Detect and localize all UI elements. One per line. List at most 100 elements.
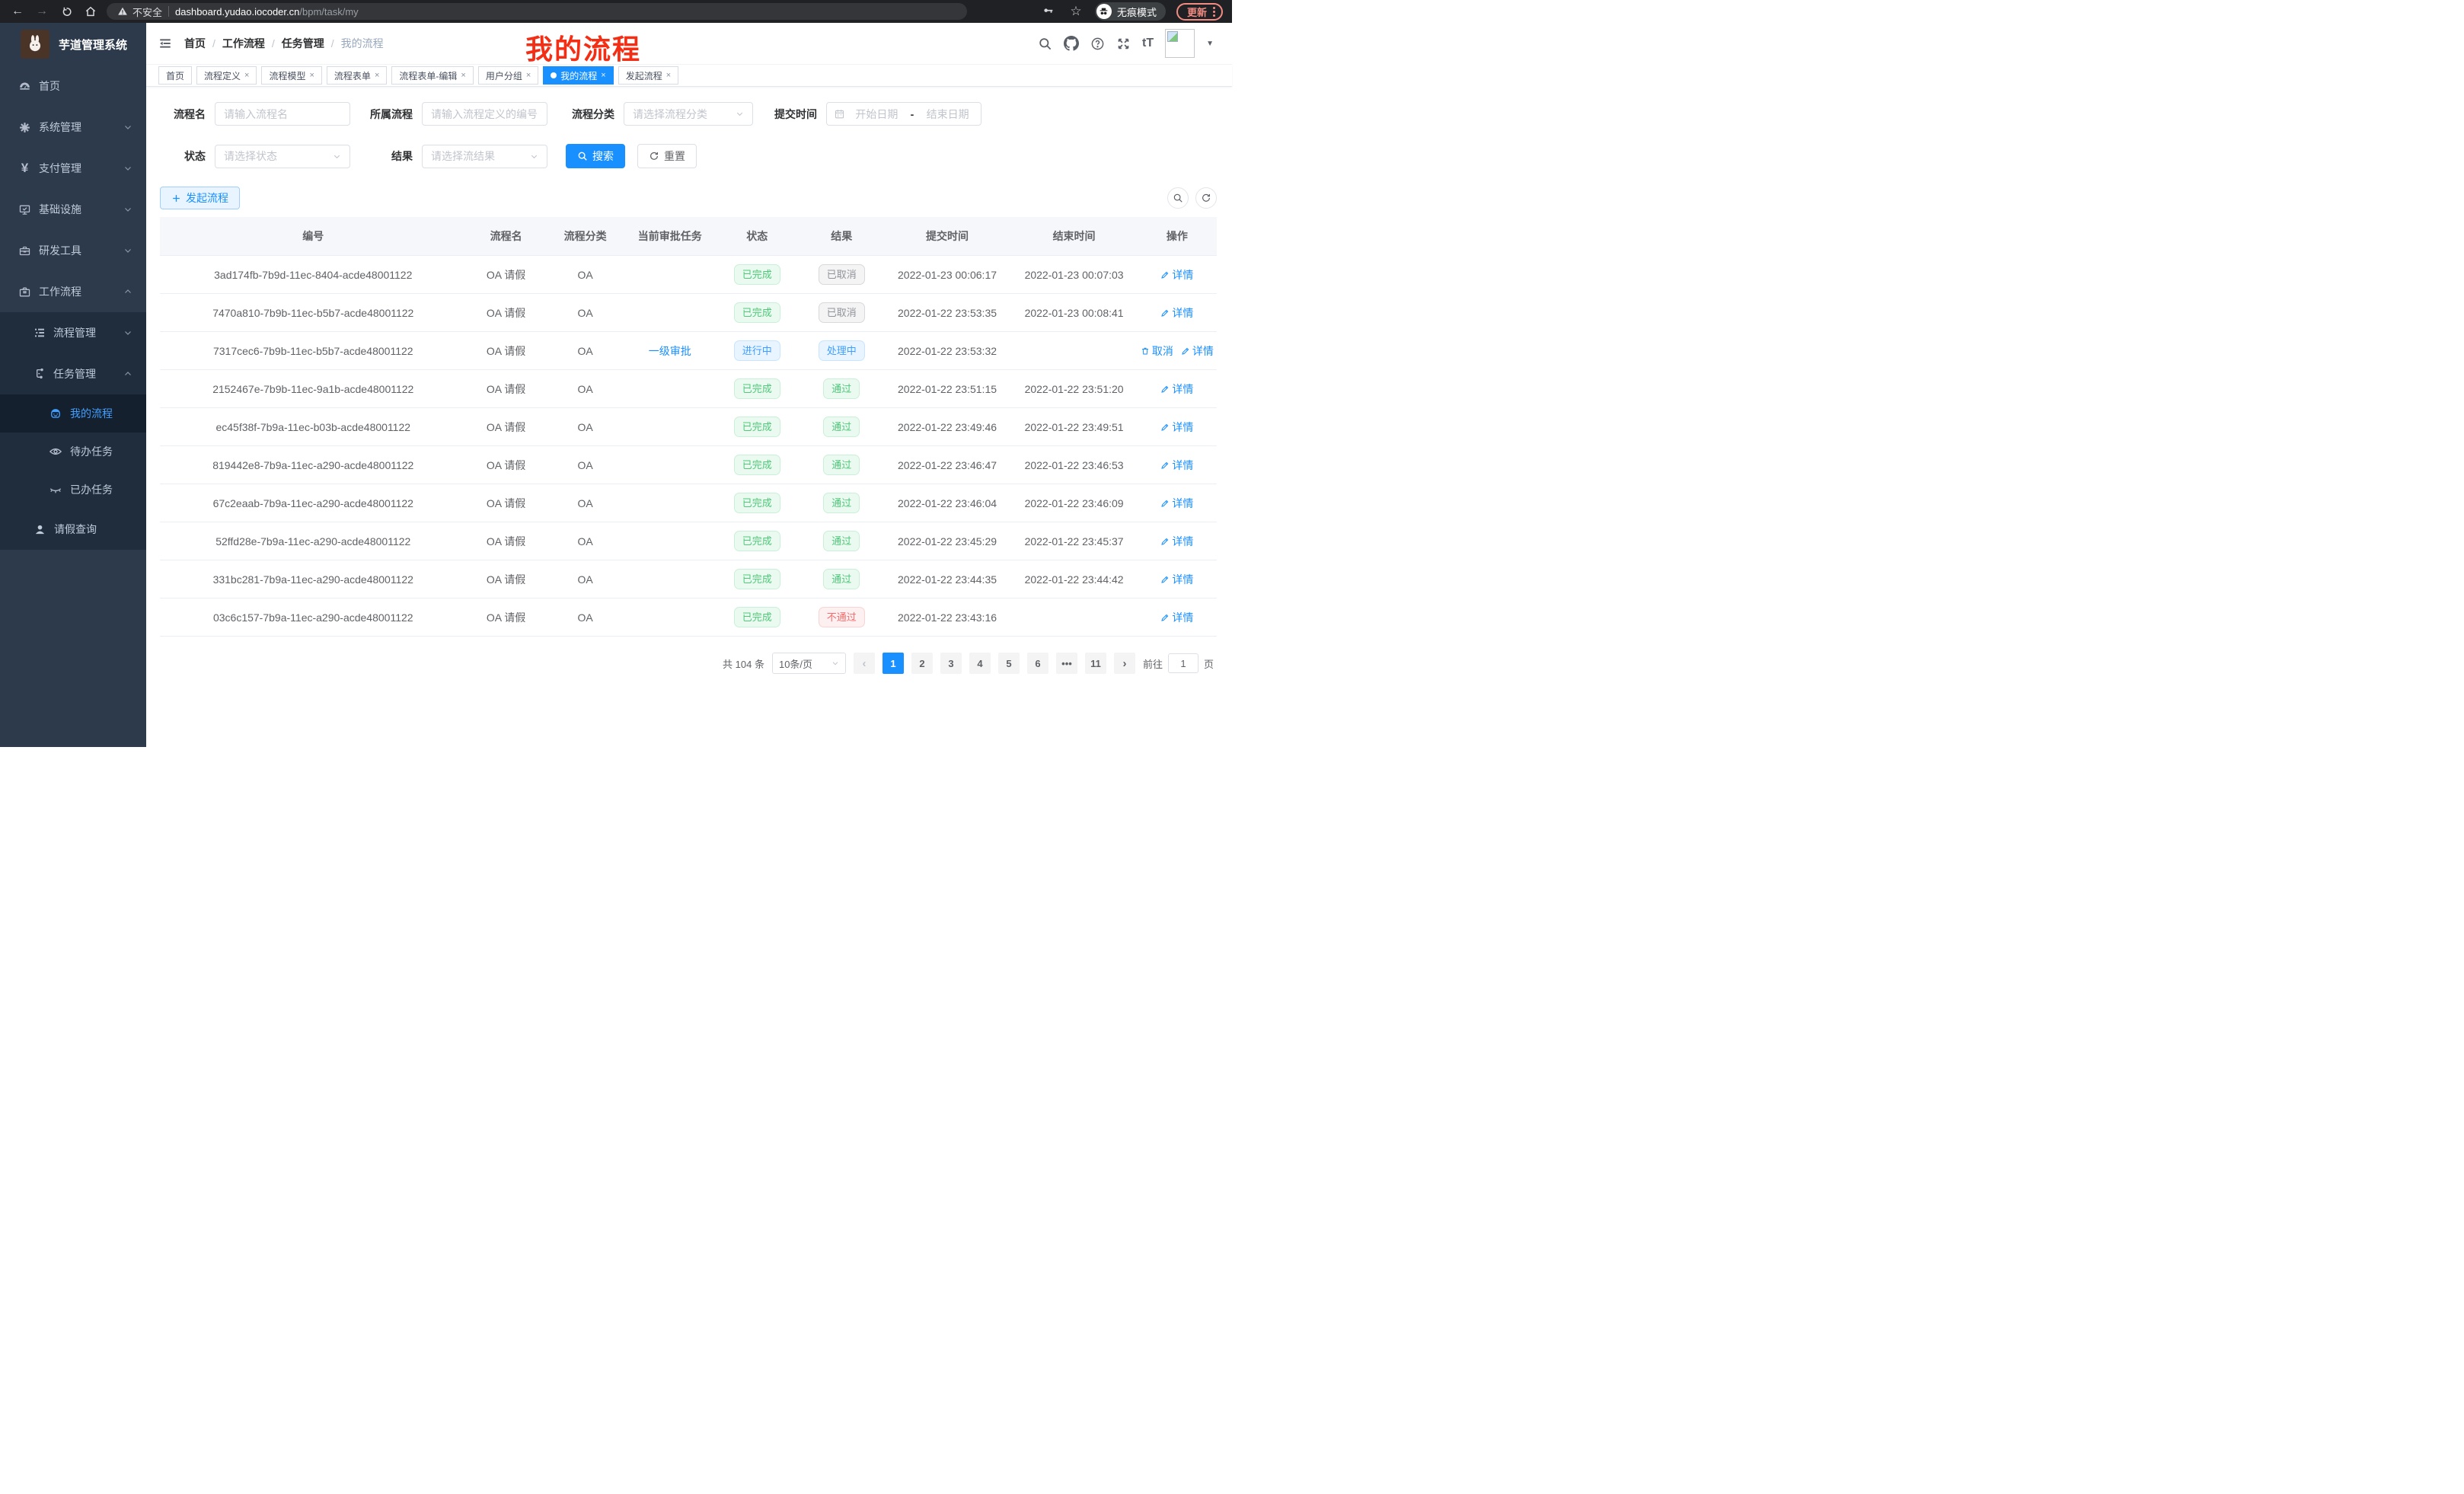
page-button-2[interactable]: 2 <box>911 653 933 674</box>
detail-link[interactable]: 详情 <box>1160 534 1193 549</box>
tab-start-process[interactable]: 发起流程× <box>618 66 678 85</box>
detail-link[interactable]: 详情 <box>1160 381 1193 397</box>
navbar: 首页 / 工作流程 / 任务管理 / 我的流程 <box>146 23 1232 65</box>
sidebar-item-infrastructure[interactable]: 基础设施 <box>0 189 146 230</box>
browser-update-button[interactable]: 更新 <box>1176 3 1223 21</box>
sidebar-toggle-button[interactable] <box>158 37 172 50</box>
process-category-label: 流程分类 <box>566 107 614 122</box>
security-status[interactable]: 不安全 <box>117 5 162 19</box>
page-button-1[interactable]: 1 <box>883 653 904 674</box>
sidebar-item-home[interactable]: 首页 <box>0 65 146 107</box>
fullscreen-button[interactable] <box>1116 37 1131 51</box>
detail-link[interactable]: 详情 <box>1160 267 1193 283</box>
detail-link[interactable]: 详情 <box>1160 610 1193 625</box>
breadcrumb-item[interactable]: 首页 <box>184 36 206 51</box>
page-button-11[interactable]: 11 <box>1085 653 1106 674</box>
sidebar-item-done-tasks[interactable]: 已办任务 <box>0 471 146 509</box>
detail-link[interactable]: 详情 <box>1160 458 1193 473</box>
next-page-button[interactable]: › <box>1114 653 1135 674</box>
sidebar-item-system[interactable]: 系统管理 <box>0 107 146 148</box>
font-size-button[interactable]: tT <box>1142 37 1154 50</box>
status-select[interactable]: 请选择状态 <box>215 145 350 168</box>
detail-link[interactable]: 详情 <box>1160 496 1193 511</box>
browser-reload-button[interactable] <box>58 3 75 20</box>
page-size-select[interactable]: 10条/页 <box>772 653 846 674</box>
detail-link[interactable]: 详情 <box>1160 420 1193 435</box>
status-badge: 已完成 <box>734 302 780 323</box>
sidebar-item-devtools[interactable]: 研发工具 <box>0 230 146 271</box>
page-ellipsis[interactable]: ••• <box>1056 653 1077 674</box>
breadcrumb-current: 我的流程 <box>341 36 384 51</box>
close-icon[interactable]: × <box>461 71 465 80</box>
avatar[interactable] <box>1165 29 1195 58</box>
sidebar-item-my-process[interactable]: 我的流程 <box>0 394 146 433</box>
close-icon[interactable]: × <box>309 71 314 80</box>
cancel-link[interactable]: 取消 <box>1141 343 1173 359</box>
help-button[interactable] <box>1090 37 1105 51</box>
page-button-4[interactable]: 4 <box>969 653 991 674</box>
tab-process-definition[interactable]: 流程定义× <box>196 66 257 85</box>
caret-down-icon[interactable]: ▼ <box>1206 40 1214 48</box>
table-toolbar: 发起流程 <box>160 187 1217 209</box>
sidebar-item-todo-tasks[interactable]: 待办任务 <box>0 433 146 471</box>
tab-process-form-edit[interactable]: 流程表单-编辑× <box>391 66 473 85</box>
bookmark-star-button[interactable]: ☆ <box>1068 3 1084 20</box>
current-task-link[interactable]: 一级审批 <box>649 343 691 359</box>
sidebar-item-task-mgmt[interactable]: 任务管理 <box>0 353 146 394</box>
process-name-input[interactable] <box>215 102 350 126</box>
breadcrumb-item[interactable]: 工作流程 <box>222 36 265 51</box>
detail-link[interactable]: 详情 <box>1160 572 1193 587</box>
start-process-button[interactable]: 发起流程 <box>160 187 240 209</box>
close-icon[interactable]: × <box>244 71 249 80</box>
process-category-select[interactable]: 请选择流程分类 <box>624 102 753 126</box>
process-name-label: 流程名 <box>160 107 206 122</box>
result-select[interactable]: 请选择流结果 <box>422 145 547 168</box>
table-row: 2152467e-7b9b-11ec-9a1b-acde48001122 OA … <box>160 370 1217 408</box>
sidebar-item-label: 待办任务 <box>70 444 113 459</box>
broken-image-icon <box>1167 31 1178 42</box>
refresh-table-button[interactable] <box>1195 187 1217 209</box>
tab-home[interactable]: 首页 <box>158 66 192 85</box>
browser-home-button[interactable] <box>82 3 99 20</box>
prev-page-button[interactable]: ‹ <box>854 653 875 674</box>
list-icon <box>34 327 46 339</box>
close-icon[interactable]: × <box>375 71 379 80</box>
page-button-6[interactable]: 6 <box>1027 653 1048 674</box>
github-link[interactable] <box>1064 36 1079 51</box>
update-label: 更新 <box>1187 5 1207 19</box>
reset-button[interactable]: 重置 <box>637 144 697 168</box>
sidebar-item-process-mgmt[interactable]: 流程管理 <box>0 312 146 353</box>
close-icon[interactable]: × <box>601 71 605 80</box>
browser-menu-icon[interactable] <box>1213 7 1215 17</box>
sidebar-item-workflow[interactable]: 工作流程 <box>0 271 146 312</box>
tab-user-group[interactable]: 用户分组× <box>478 66 538 85</box>
browser-back-button[interactable]: ← <box>9 3 26 20</box>
submit-time-range-picker[interactable]: 开始日期 - 结束日期 <box>826 102 981 126</box>
tab-process-form[interactable]: 流程表单× <box>327 66 387 85</box>
detail-link[interactable]: 详情 <box>1160 305 1193 321</box>
close-icon[interactable]: × <box>666 71 671 80</box>
breadcrumb-item[interactable]: 任务管理 <box>282 36 324 51</box>
detail-link[interactable]: 详情 <box>1181 343 1214 359</box>
app-logo[interactable]: 芋道管理系统 <box>0 23 146 65</box>
close-icon[interactable]: × <box>526 71 531 80</box>
page-button-3[interactable]: 3 <box>940 653 962 674</box>
col-status: 状态 <box>715 217 800 256</box>
header-search-button[interactable] <box>1038 37 1052 51</box>
page-button-5[interactable]: 5 <box>998 653 1020 674</box>
search-button[interactable]: 搜索 <box>566 144 625 168</box>
browser-forward-button[interactable]: → <box>34 3 50 20</box>
sidebar-item-payment[interactable]: ¥ 支付管理 <box>0 148 146 189</box>
sidebar-item-leave-query[interactable]: 请假查询 <box>0 509 146 550</box>
password-key-button[interactable] <box>1040 3 1057 20</box>
edit-icon <box>1160 537 1170 546</box>
process-definition-input[interactable] <box>422 102 547 126</box>
url-path: /bpm/task/my <box>299 6 358 18</box>
result-label: 结果 <box>369 148 413 164</box>
result-badge: 通过 <box>823 455 860 475</box>
show-search-button[interactable] <box>1167 187 1189 209</box>
address-bar[interactable]: 不安全 dashboard.yudao.iocoder.cn/bpm/task/… <box>107 3 967 20</box>
tab-process-model[interactable]: 流程模型× <box>261 66 321 85</box>
tab-my-process[interactable]: 我的流程× <box>543 66 613 85</box>
goto-page-input[interactable] <box>1168 653 1198 673</box>
